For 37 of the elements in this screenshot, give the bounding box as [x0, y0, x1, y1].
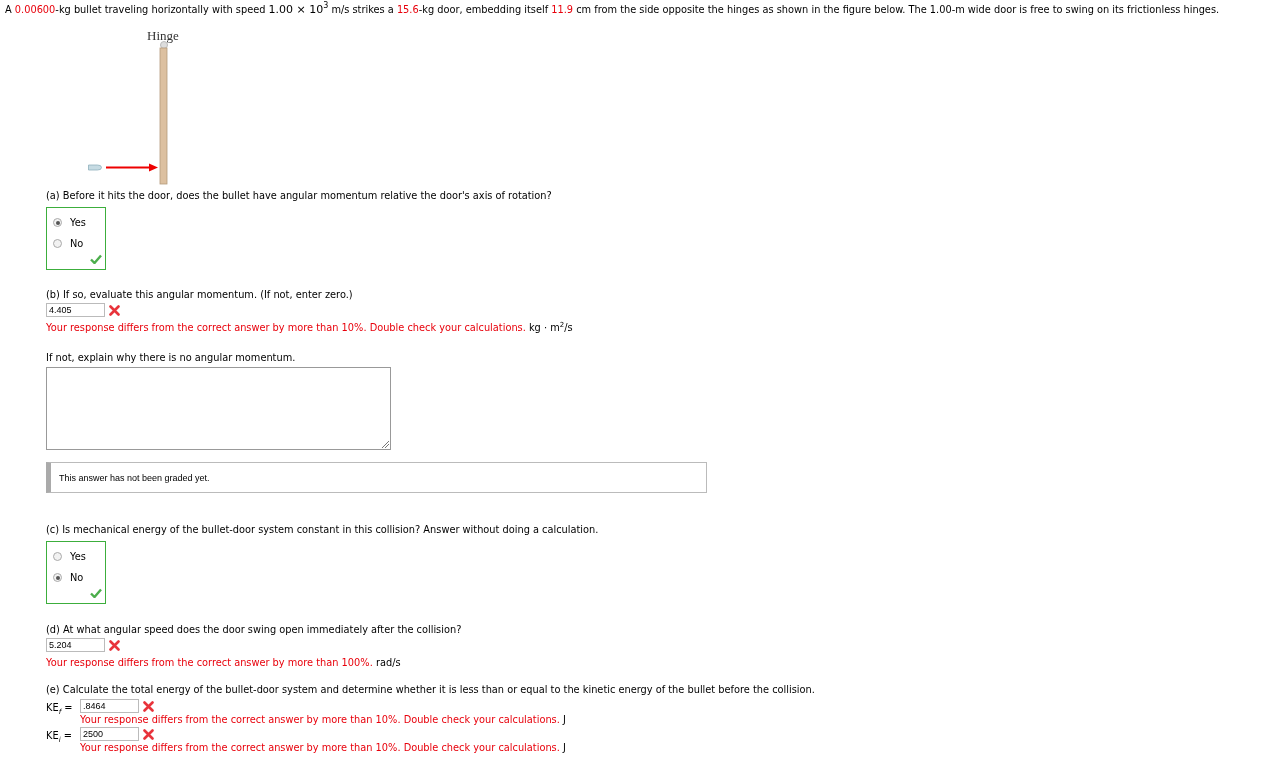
feedback-text: Your response differs from the correct answer by more than 10%. Double check your calculations. J: [80, 713, 566, 727]
question-text: (c) Is mechanical energy of the bullet-door system constant in this collision? Answer without doing a calculation.: [46, 523, 600, 537]
option-label: No: [70, 572, 84, 583]
answer-field[interactable]: .8464: [80, 699, 139, 713]
cross-icon: [109, 304, 120, 316]
resize-handle-icon[interactable]: [382, 441, 389, 448]
question-text: If not, explain why there is no angular momentum.: [46, 351, 297, 365]
symbol-label: KE$_{i}$ =: [46, 729, 73, 742]
question-text: (d) At what angular speed does the door swing open immediately after the collision?: [46, 623, 463, 637]
radio-button[interactable]: [53, 218, 62, 227]
feedback-text: Your response differs from the correct answer by more than 10%. Double check your calculations. kg · m$^{2}$/s: [46, 321, 574, 335]
hinge-label: Hinge: [147, 28, 179, 44]
check-icon: [90, 588, 102, 598]
radio-button[interactable]: [53, 552, 62, 561]
question-text: (e) Calculate the total energy of the bullet-door system and determine whether it is less than or equal to the kinetic energy of the bullet before the collision.: [46, 683, 816, 697]
question-text: (b) If so, evaluate this angular momentum. (If not, enter zero.): [46, 288, 354, 302]
feedback-text: Your response differs from the correct answer by more than 10%. Double check your calculations. J: [80, 741, 566, 755]
text-area[interactable]: [46, 367, 391, 450]
arrow: [106, 163, 158, 172]
question-text: (a) Before it hits the door, does the bullet have angular momentum relative the door's axis of rotation?: [46, 189, 553, 203]
status-message: This answer has not been graded yet.: [46, 462, 707, 493]
bullet-icon: [88, 164, 102, 171]
cross-icon: [109, 639, 120, 651]
option-label: Yes: [70, 551, 86, 562]
radio-button[interactable]: [53, 239, 62, 248]
answer-field[interactable]: 5.204: [46, 638, 105, 652]
problem-statement: A 0.00600-kg bullet traveling horizontally with speed 1.00 × 10$^{3}$ m/s strikes a 15.6-kg door, embedding itself 11.9 cm from the side opposite the hinges as shown in the figure below. The 1.00-m wide door is free to swing on its frictionless hinges.: [5, 3, 1221, 17]
feedback-text: Your response differs from the correct answer by more than 100%. rad/s: [46, 656, 402, 670]
answer-field[interactable]: 2500: [80, 727, 139, 741]
option-label: No: [70, 238, 84, 249]
answer-field[interactable]: 4.405: [46, 303, 105, 317]
radio-button[interactable]: [53, 573, 62, 582]
symbol-label: KE$_{f}$ =: [46, 701, 74, 714]
cross-icon: [143, 700, 154, 712]
cross-icon: [143, 728, 154, 740]
option-label: Yes: [70, 217, 86, 228]
check-icon: [90, 254, 102, 264]
